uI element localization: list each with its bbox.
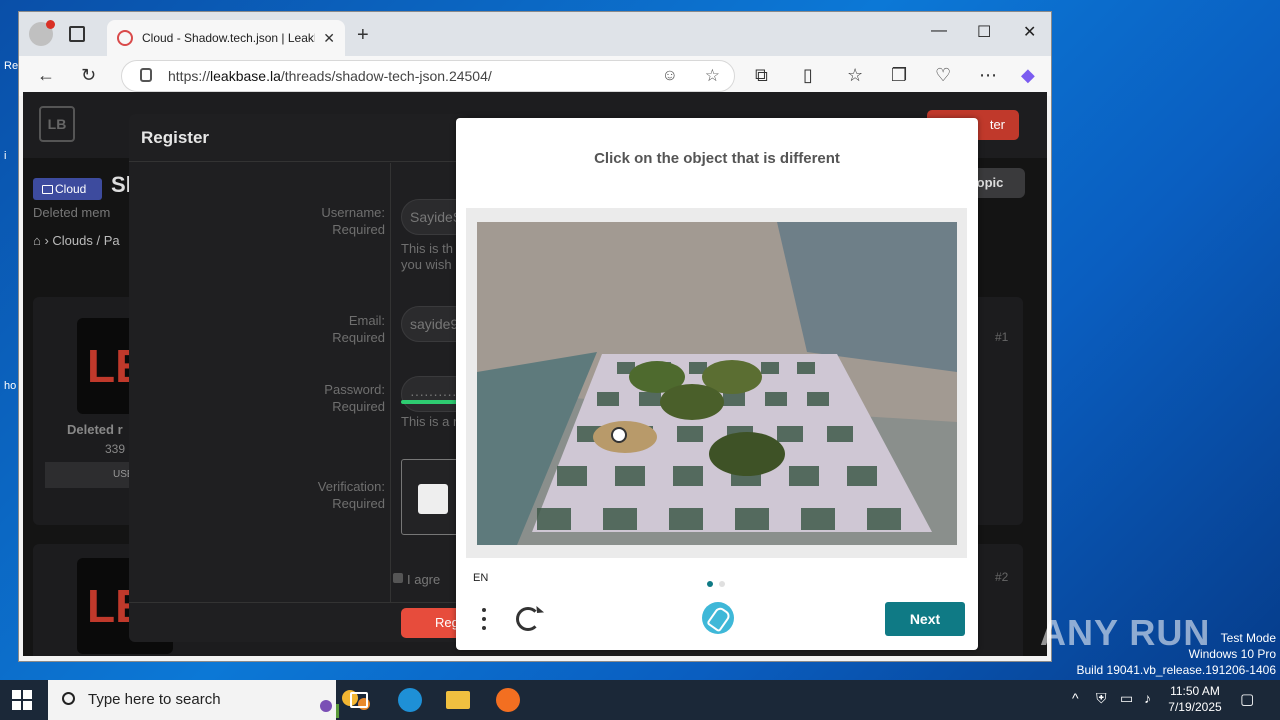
split-screen-icon[interactable]: ▯	[803, 65, 813, 86]
captcha-prompt: Click on the object that is different	[594, 150, 840, 167]
url-path: /threads/shadow-tech-json.24504/	[280, 68, 492, 84]
post-count: 339	[105, 442, 126, 456]
post-number[interactable]: #2	[995, 570, 1008, 584]
clock-time: 11:50 AM	[1170, 684, 1220, 698]
volume-icon[interactable]: ♪	[1144, 690, 1151, 706]
clock-date: 7/19/2025	[1168, 700, 1222, 714]
maximize-button[interactable]: ☐	[977, 22, 991, 42]
register-title: Register	[129, 114, 469, 162]
tab-title: Cloud - Shadow.tech.json | LeakBa	[142, 31, 316, 45]
build-label: Build 19041.vb_release.191206-1406	[1076, 663, 1277, 677]
copilot-icon[interactable]: ◆	[1021, 65, 1035, 86]
language-selector[interactable]: EN	[473, 572, 488, 584]
edge-taskbar-icon[interactable]	[398, 688, 422, 712]
captcha-checkbox[interactable]	[418, 484, 448, 514]
password-required: Required	[332, 399, 385, 414]
verification-label-text: Verification:	[317, 479, 385, 494]
taskbar: Type here to search ^ ⛨ ▭ ♪ 11:50 AM 7/1…	[0, 680, 1280, 720]
username-required: Required	[332, 222, 385, 237]
email-label-text: Email:	[348, 313, 385, 328]
url-prefix: https://	[168, 68, 211, 84]
test-mode-text: Test Mode Windows 10 Pro Build 19041.vb_…	[1077, 630, 1277, 678]
browser-toolbar: ← ↻ https://leakbase.la/threads/shadow-t…	[19, 56, 1051, 96]
extensions-icon[interactable]: ⧉	[755, 65, 768, 86]
captcha-image-frame	[466, 208, 967, 558]
tray-chevron-icon[interactable]: ^	[1072, 690, 1079, 706]
captcha-scene[interactable]	[477, 222, 957, 545]
taskbar-search[interactable]: Type here to search	[48, 680, 370, 720]
post-username[interactable]: Deleted r	[67, 422, 123, 437]
register-modal: Register Username: Required SayideS This …	[129, 114, 481, 642]
test-mode-label: Test Mode	[1220, 631, 1276, 645]
search-placeholder: Type here to search	[88, 691, 221, 708]
username-label: Username: Required	[321, 204, 385, 238]
thread-author: Deleted mem	[33, 205, 111, 220]
verification-required: Required	[332, 496, 385, 511]
site-favicon-icon	[117, 30, 133, 46]
firefox-icon[interactable]	[496, 688, 520, 712]
email-label: Email: Required	[332, 312, 385, 346]
search-icon	[62, 692, 75, 705]
password-label-text: Password:	[324, 382, 385, 397]
site-logo[interactable]: LB	[39, 106, 75, 142]
search-highlight-flowers-icon	[320, 690, 370, 718]
task-view-icon[interactable]	[350, 692, 368, 708]
url-host: leakbase.la	[210, 68, 281, 84]
file-explorer-icon[interactable]	[446, 691, 470, 709]
refresh-icon[interactable]: ↻	[81, 65, 96, 86]
tab-actions-icon[interactable]	[69, 26, 85, 42]
hcaptcha-logo-icon[interactable]	[702, 602, 734, 634]
username-label-text: Username:	[321, 205, 385, 220]
close-window-button[interactable]: ✕	[1023, 22, 1036, 42]
lock-icon	[140, 68, 152, 82]
tray-security-icon[interactable]: ⛨	[1096, 690, 1107, 707]
captcha-menu-icon[interactable]	[481, 608, 487, 634]
network-icon[interactable]: ▭	[1120, 690, 1133, 707]
pagination-dots	[707, 574, 731, 592]
captcha-next-button[interactable]: Next	[885, 602, 965, 636]
favorite-star-icon[interactable]: ☆	[705, 66, 720, 86]
password-label: Password: Required	[324, 381, 385, 415]
captcha-image[interactable]	[477, 222, 957, 545]
active-tab[interactable]: Cloud - Shadow.tech.json | LeakBa ✕	[107, 20, 345, 56]
windows-start-icon[interactable]	[12, 690, 32, 710]
breadcrumb[interactable]: ⌂ › Clouds / Pa	[33, 233, 120, 248]
favorites-icon[interactable]: ☆	[847, 65, 863, 86]
address-bar[interactable]: https://leakbase.la/threads/shadow-tech-…	[121, 60, 735, 92]
category-badge[interactable]: Cloud	[33, 178, 102, 200]
profile-avatar-icon[interactable]	[29, 20, 55, 46]
desktop-icons-strip[interactable]: Re i ho	[0, 40, 18, 660]
tab-close-icon[interactable]: ✕	[323, 30, 335, 47]
page-dot-active	[707, 581, 713, 587]
settings-more-icon[interactable]: ⋯	[979, 65, 997, 86]
verification-label: Verification: Required	[318, 478, 385, 512]
new-tab-button[interactable]: +	[357, 24, 369, 47]
username-help: This is th you wish	[401, 241, 454, 272]
browser-essentials-icon[interactable]: ♡	[935, 65, 951, 86]
captcha-refresh-icon[interactable]	[516, 607, 540, 631]
os-label: Windows 10 Pro	[1188, 647, 1276, 661]
page-dot	[719, 581, 725, 587]
breadcrumb-text: Clouds / Pa	[52, 233, 120, 248]
system-clock[interactable]: 11:50 AM 7/19/2025	[1166, 683, 1224, 715]
notification-icon[interactable]: ▢	[1240, 690, 1254, 708]
reader-mode-icon[interactable]: ☺	[662, 67, 678, 85]
captcha-challenge: Click on the object that is different EN…	[456, 118, 978, 650]
collections-icon[interactable]: ❐	[891, 65, 907, 86]
minimize-button[interactable]: —	[931, 22, 947, 40]
agree-terms-checkbox[interactable]: I agre	[392, 572, 440, 587]
email-required: Required	[332, 330, 385, 345]
back-arrow-icon[interactable]: ←	[37, 65, 55, 86]
tab-strip: Cloud - Shadow.tech.json | LeakBa ✕ + — …	[19, 12, 1051, 56]
post-number[interactable]: #1	[995, 330, 1008, 344]
